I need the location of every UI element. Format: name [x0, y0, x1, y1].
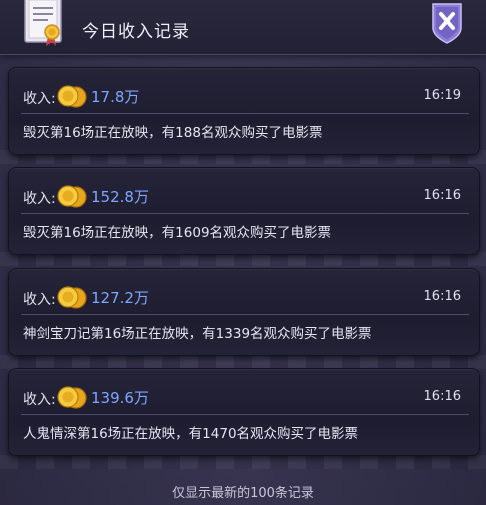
- background-stripe: [0, 355, 486, 369]
- income-amount: 139.6万: [91, 389, 149, 407]
- income-record-card: 收入: 139.6万 16:16 人鬼情深第16场正在放映，有1470名观众购买…: [8, 368, 480, 456]
- coins-icon: [57, 85, 87, 108]
- record-description: 毁灭第16场正在放映，有188名观众购买了电影票: [23, 125, 323, 141]
- record-description: 神剑宝刀记第16场正在放映，有1339名观众购买了电影票: [23, 326, 372, 342]
- income-label: 收入:: [23, 292, 56, 308]
- income-amount: 17.8万: [91, 88, 140, 106]
- coins-icon: [57, 286, 87, 309]
- income-record-card: 收入: 152.8万 16:16 毁灭第16场正在放映，有1609名观众购买了电…: [8, 167, 480, 255]
- dialog-header: 今日收入记录: [0, 0, 486, 55]
- dialog-title: 今日收入记录: [82, 22, 190, 42]
- card-divider: [21, 314, 469, 315]
- coins-icon: [57, 386, 87, 409]
- coins-icon: [57, 185, 87, 208]
- card-divider: [21, 113, 469, 114]
- record-description: 毁灭第16场正在放映，有1609名观众购买了电影票: [23, 225, 332, 241]
- background-stripe: [0, 455, 486, 469]
- record-time: 16:19: [423, 88, 461, 103]
- income-record-card: 收入: 127.2万 16:16 神剑宝刀记第16场正在放映，有1339名观众购…: [8, 268, 480, 356]
- record-time: 16:16: [423, 289, 461, 304]
- records-limit-note: 仅显示最新的100条记录: [172, 486, 314, 501]
- card-divider: [21, 213, 469, 214]
- income-label: 收入:: [23, 191, 56, 207]
- income-label: 收入:: [23, 392, 56, 408]
- record-time: 16:16: [423, 389, 461, 404]
- record-description: 人鬼情深第16场正在放映，有1470名观众购买了电影票: [23, 426, 359, 442]
- close-icon[interactable]: [430, 2, 464, 44]
- income-amount: 152.8万: [91, 188, 149, 206]
- record-time: 16:16: [423, 188, 461, 203]
- income-label: 收入:: [23, 91, 56, 107]
- certificate-icon: [24, 0, 62, 46]
- income-record-card: 收入: 17.8万 16:19 毁灭第16场正在放映，有188名观众购买了电影票: [8, 67, 480, 155]
- card-divider: [21, 414, 469, 415]
- income-amount: 127.2万: [91, 289, 149, 307]
